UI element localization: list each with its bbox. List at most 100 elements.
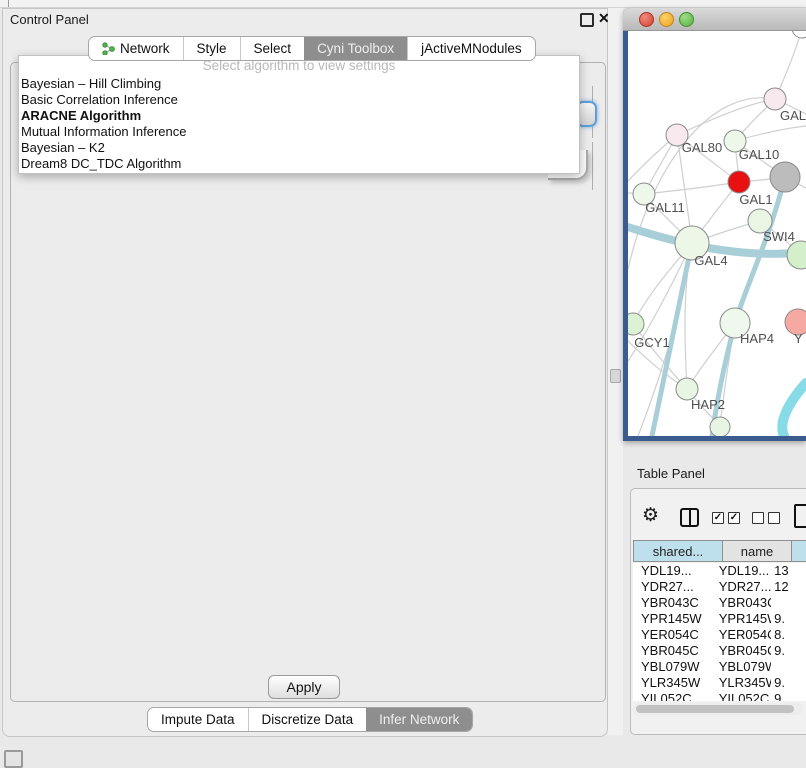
table-cell: 9 (771, 691, 806, 701)
table-cell: YPR145W (711, 611, 771, 627)
tab-network[interactable]: Network (89, 37, 183, 60)
network-node-bottom-partial[interactable] (710, 417, 730, 436)
table-panel-title: Table Panel (637, 466, 705, 481)
table-row[interactable]: YIL052CYIL052C9 (633, 691, 806, 701)
table-row[interactable]: YLR345WYLR345W9. (633, 675, 806, 691)
network-node-label-GAL1: GAL1 (739, 192, 772, 207)
gear-icon[interactable]: ⚙ (642, 505, 659, 527)
network-node-GCY1[interactable] (628, 313, 644, 335)
network-node-label-GAL4: GAL4 (694, 253, 727, 268)
apply-button[interactable]: Apply (268, 675, 340, 699)
algorithm-option[interactable]: Basic Correlation Inference (19, 92, 579, 108)
select-all-checkbox-icon[interactable]: ✓ (712, 512, 724, 524)
network-node-label-GAL11: GAL11 (645, 200, 685, 215)
top-strip-tick (8, 0, 9, 7)
table-cell: YDL19... (711, 563, 771, 579)
network-node-GAL1[interactable] (728, 171, 750, 193)
table-cell: YBR043C (711, 595, 771, 611)
minimize-traffic-light[interactable] (659, 12, 674, 27)
table-cell: YBR043C (633, 595, 711, 611)
control-panel-tabs: Network Style Select Cyni Toolbox jActiv… (88, 36, 536, 61)
table-row[interactable]: YPR145WYPR145W9. (633, 611, 806, 627)
column-header-partial[interactable] (792, 540, 806, 562)
new-table-icon[interactable] (794, 504, 806, 528)
table-cell: YDL19... (633, 563, 711, 579)
top-strip (0, 0, 806, 8)
network-node-label-GAL10: GAL10 (739, 147, 779, 162)
control-panel-title: Control Panel (10, 12, 89, 27)
table-row[interactable]: YDR27...YDR27...12 (633, 579, 806, 595)
table-body: YDL19...YDL19...13YDR27...YDR27...12YBR0… (633, 563, 806, 701)
network-node-label-GCY1: GCY1 (634, 335, 669, 350)
deselect-all-checkbox-icon-2[interactable] (768, 512, 780, 524)
column-header-shared-name[interactable]: shared... (633, 540, 723, 562)
tab-cyni-toolbox-label: Cyni Toolbox (317, 41, 394, 56)
table-cell: YDR27... (633, 579, 711, 595)
deselect-all-checkbox-icon[interactable] (752, 512, 764, 524)
float-window-icon[interactable] (580, 13, 594, 27)
table-cell: YIL052C (633, 691, 711, 701)
network-node-gal-pink[interactable] (764, 88, 786, 110)
tab-style[interactable]: Style (183, 37, 240, 60)
table-cell: 12 (771, 579, 806, 595)
algorithm-option[interactable]: Dream8 DC_TDC Algorithm (19, 156, 579, 172)
splitter-handle[interactable] (610, 369, 621, 383)
table-cell: YER054C (711, 627, 771, 643)
algorithm-option[interactable]: ARACNE Algorithm (19, 108, 579, 124)
tab-infer-network[interactable]: Infer Network (366, 708, 472, 731)
table-cell: YLR345W (711, 675, 771, 691)
algorithm-option[interactable]: Bayesian – Hill Climbing (19, 76, 579, 92)
table-cell: 13 (771, 563, 806, 579)
table-row[interactable]: YBR043CYBR043C (633, 595, 806, 611)
algorithm-option[interactable]: Mutual Information Inference (19, 124, 579, 140)
table-cell: 8. (771, 627, 806, 643)
network-icon (102, 42, 115, 55)
network-node-label-HAP4: HAP4 (740, 331, 774, 346)
network-window-titlebar[interactable] (623, 8, 806, 31)
scrollbar-thumb[interactable] (636, 705, 794, 713)
network-graph[interactable]: GALGAL80GAL10GAL1GAL11SWI4GAL4GCY1HAP4YH… (628, 31, 806, 436)
algorithm-option[interactable]: Bayesian – K2 (19, 140, 579, 156)
table-row[interactable]: YER054CYER054C8. (633, 627, 806, 643)
columns-icon[interactable] (680, 508, 699, 527)
table-cell: 9. (771, 643, 806, 659)
network-node-top-partial[interactable] (792, 31, 806, 38)
table-cell: YBL079W (711, 659, 771, 675)
tab-discretize-data[interactable]: Discretize Data (248, 708, 367, 731)
network-node-label-GAL: GAL (780, 108, 806, 123)
network-view-window: GALGAL80GAL10GAL1GAL11SWI4GAL4GCY1HAP4YH… (623, 8, 806, 441)
tab-cyni-toolbox[interactable]: Cyni Toolbox (304, 37, 407, 60)
zoom-traffic-light[interactable] (679, 12, 694, 27)
table-cell (771, 659, 806, 675)
table-cell: YER054C (633, 627, 711, 643)
network-node-gray-node[interactable] (770, 162, 800, 192)
table-cell: YBR045C (711, 643, 771, 659)
table-row[interactable]: YDL19...YDL19...13 (633, 563, 806, 579)
network-node-label-GAL80: GAL80 (682, 140, 722, 155)
table-cell: 9. (771, 611, 806, 627)
table-row[interactable]: YBR045CYBR045C9. (633, 643, 806, 659)
select-all-checkbox-icon-2[interactable]: ✓ (728, 512, 740, 524)
tab-select[interactable]: Select (240, 37, 305, 60)
algorithm-options: Bayesian – Hill ClimbingBasic Correlatio… (19, 76, 579, 172)
algorithm-dropdown-list: Select algorithm to view settings Bayesi… (18, 55, 580, 174)
column-header-name[interactable]: name (723, 540, 792, 562)
network-canvas[interactable]: GALGAL80GAL10GAL1GAL11SWI4GAL4GCY1HAP4YH… (628, 31, 806, 436)
tab-jactivemnodules[interactable]: jActiveMNodules (407, 37, 535, 60)
close-traffic-light[interactable] (639, 12, 654, 27)
hidden-groupbox-edge (592, 142, 593, 190)
tab-impute-data[interactable]: Impute Data (148, 708, 248, 731)
table-row[interactable]: YBL079WYBL079W (633, 659, 806, 675)
network-edge[interactable] (633, 324, 687, 389)
network-edge[interactable] (677, 99, 775, 135)
table-cell (771, 595, 806, 611)
table-cell: YPR145W (633, 611, 711, 627)
network-node-label-SWI4: SWI4 (763, 229, 795, 244)
minimized-panel-icon[interactable] (4, 750, 23, 768)
table-cell: YLR345W (633, 675, 711, 691)
network-edge[interactable] (782, 383, 806, 436)
table-horizontal-scrollbar[interactable] (633, 703, 803, 715)
tab-discretize-data-label: Discretize Data (262, 712, 354, 727)
table-cell: YDR27... (711, 579, 771, 595)
network-node-label-Y: Y (794, 331, 803, 346)
